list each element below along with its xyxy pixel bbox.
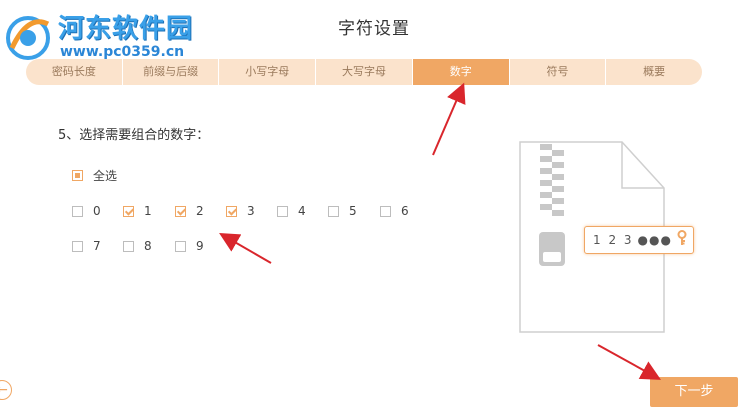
checkbox-box[interactable]	[380, 205, 391, 217]
digit-checkbox-1[interactable]: 1	[123, 204, 152, 218]
checkbox-box[interactable]	[277, 205, 288, 217]
checkbox-box[interactable]	[72, 205, 83, 217]
digit-checkbox-6[interactable]: 6	[380, 204, 409, 218]
checkbox-box[interactable]	[123, 240, 134, 252]
tab-symbols[interactable]: 符号	[510, 59, 607, 85]
arrow-to-checkboxes	[219, 232, 272, 264]
checkbox-box[interactable]	[72, 240, 83, 252]
checkbox-label: 7	[93, 239, 101, 253]
checkbox-box[interactable]	[123, 205, 134, 217]
tab-summary[interactable]: 概要	[606, 59, 702, 85]
digit-checkbox-7[interactable]: 7	[72, 239, 101, 253]
checkbox-label: 5	[349, 204, 357, 218]
tab-lowercase[interactable]: 小写字母	[219, 59, 317, 85]
checkbox-label: 8	[144, 239, 152, 253]
watermark-url: www.pc0359.cn	[60, 44, 185, 60]
next-step-button[interactable]: 下一步	[650, 377, 738, 407]
checkbox-label: 2	[196, 204, 204, 218]
checkbox-label: 1	[144, 204, 152, 218]
back-icon: ←	[0, 382, 8, 398]
arrow-to-next-button	[597, 344, 661, 380]
back-button[interactable]: ←	[0, 380, 12, 400]
checkbox-label: 6	[401, 204, 409, 218]
checkbox-label: 0	[93, 204, 101, 218]
step-tabs: 密码长度 前缀与后缀 小写字母 大写字母 数字 符号 概要	[26, 59, 702, 85]
digit-checkbox-5[interactable]: 5	[328, 204, 357, 218]
select-all-checkbox[interactable]: 全选	[72, 167, 117, 184]
digit-checkbox-0[interactable]: 0	[72, 204, 101, 218]
tab-uppercase[interactable]: 大写字母	[316, 59, 413, 85]
checkbox-box[interactable]	[72, 170, 83, 181]
digit-checkbox-4[interactable]: 4	[277, 204, 306, 218]
arrow-to-digits-tab	[432, 82, 466, 156]
checkbox-label: 4	[298, 204, 306, 218]
checkbox-box[interactable]	[328, 205, 339, 217]
checkbox-box[interactable]	[175, 240, 186, 252]
checkbox-label: 9	[196, 239, 204, 253]
digit-checkbox-3[interactable]: 3	[226, 204, 255, 218]
page-title: 字符设置	[338, 19, 410, 39]
checkbox-label: 3	[247, 204, 255, 218]
password-digits: 1 2 3	[593, 233, 634, 247]
password-dots: ●●●	[637, 233, 672, 247]
tab-digits[interactable]: 数字	[412, 59, 510, 85]
section-prompt: 5、选择需要组合的数字：	[58, 128, 210, 143]
digit-checkbox-9[interactable]: 9	[175, 239, 204, 253]
digit-checkbox-2[interactable]: 2	[175, 204, 204, 218]
checkbox-box[interactable]	[226, 205, 237, 217]
digit-checkbox-8[interactable]: 8	[123, 239, 152, 253]
key-icon	[676, 230, 688, 250]
tab-prefix-suffix[interactable]: 前缀与后缀	[123, 59, 220, 85]
tab-password-length[interactable]: 密码长度	[26, 59, 123, 85]
checkbox-box[interactable]	[175, 205, 186, 217]
checkbox-label: 全选	[93, 169, 118, 183]
password-preview: 1 2 3 ●●●	[584, 226, 694, 254]
